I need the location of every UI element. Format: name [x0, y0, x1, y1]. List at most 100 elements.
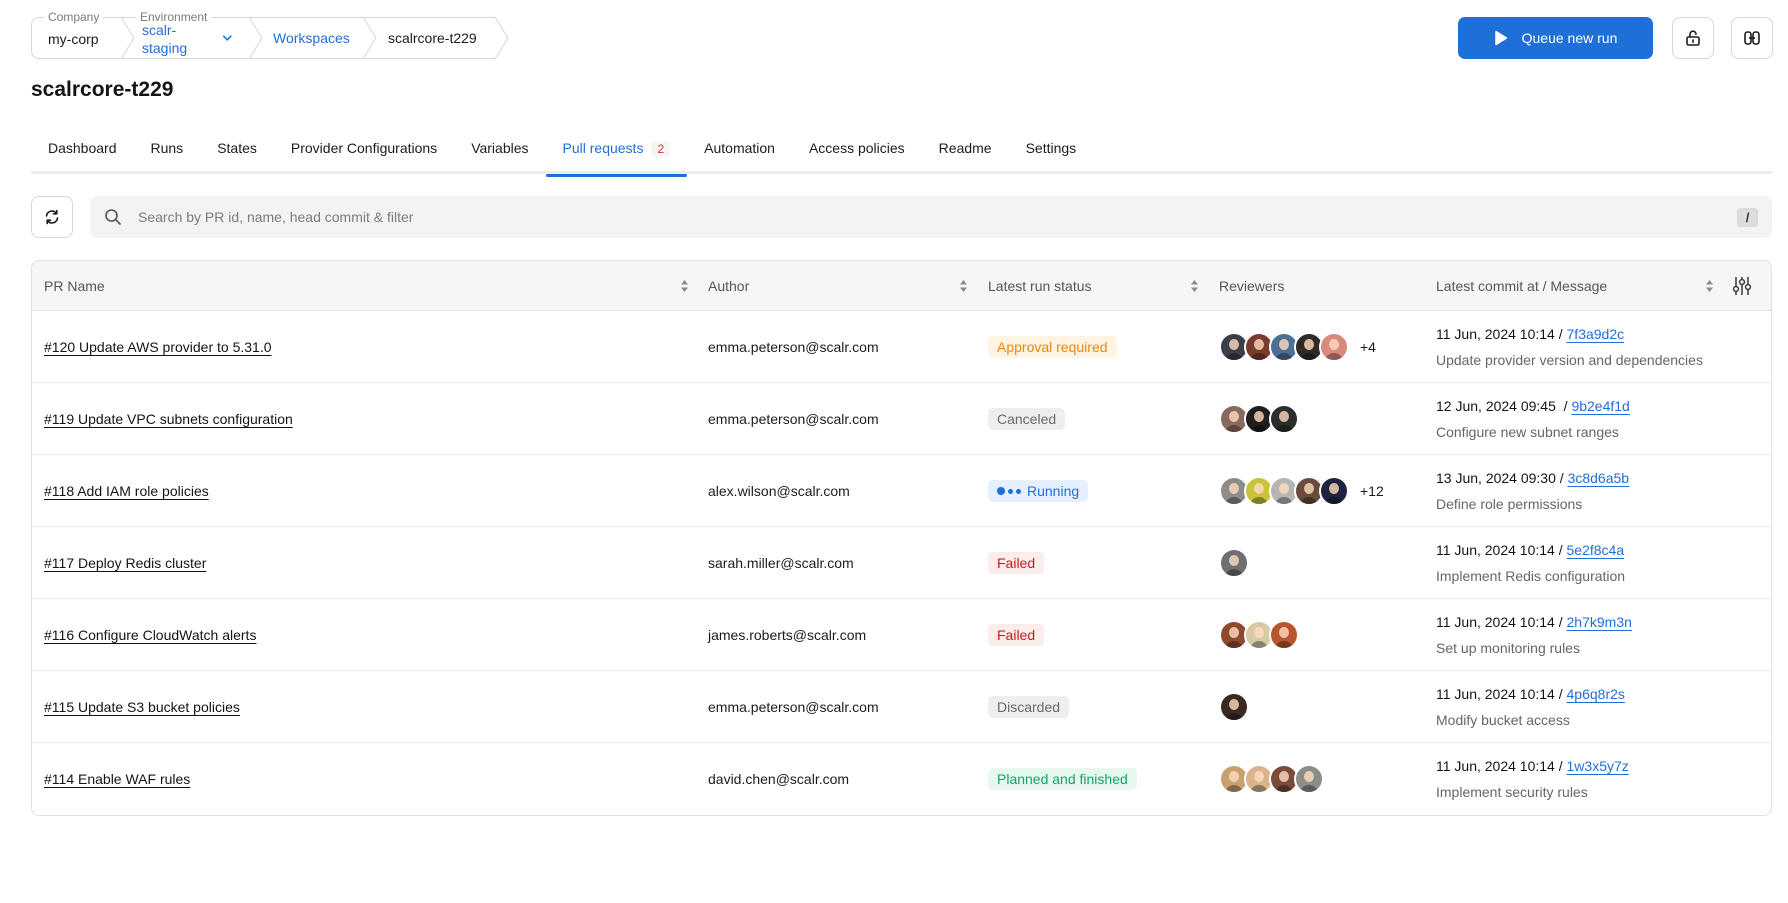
search-icon: [105, 209, 121, 225]
pr-name-link[interactable]: #118 Add IAM role policies: [44, 483, 209, 499]
reviewer-avatar[interactable]: [1219, 692, 1249, 722]
reviewer-avatar[interactable]: [1319, 476, 1349, 506]
breadcrumb-company[interactable]: Company my-corp: [31, 10, 135, 60]
tab-label: Variables: [471, 140, 529, 156]
pr-name-link[interactable]: #114 Enable WAF rules: [44, 771, 190, 787]
table-row[interactable]: #115 Update S3 bucket policies emma.pete…: [32, 671, 1771, 743]
chevron-down-icon[interactable]: [222, 32, 233, 44]
reviewer-avatar[interactable]: [1319, 332, 1349, 362]
commit-message: Configure new subnet ranges: [1436, 424, 1619, 440]
commit-date: 11 Jun, 2024 10:14: [1436, 326, 1555, 342]
breadcrumb-environment-label: Environment: [136, 10, 212, 24]
breadcrumb: Company my-corp Environment scalr-stagin…: [31, 10, 509, 60]
status-badge: Failed: [988, 552, 1045, 574]
commit-line: 11 Jun, 2024 10:14 / 2h7k9m3n: [1436, 614, 1632, 630]
column-header-label: Author: [708, 278, 750, 294]
commit-date: 11 Jun, 2024 10:14: [1436, 758, 1555, 774]
breadcrumb-workspaces-link[interactable]: Workspaces: [273, 29, 350, 47]
table-row[interactable]: #119 Update VPC subnets configuration em…: [32, 383, 1771, 455]
sort-icon[interactable]: [959, 279, 968, 293]
commit-sha-link[interactable]: 2h7k9m3n: [1567, 614, 1632, 630]
breadcrumb-end: [494, 16, 509, 60]
pull-requests-table: PR Name Author Latest run status Reviewe…: [31, 260, 1772, 816]
commit-sha-link[interactable]: 1w3x5y7z: [1567, 758, 1629, 774]
pr-name-link[interactable]: #117 Deploy Redis cluster: [44, 555, 206, 571]
sort-icon[interactable]: [680, 279, 689, 293]
commit-sha-link[interactable]: 7f3a9d2c: [1567, 326, 1625, 342]
commit-sha-link[interactable]: 4p6q8r2s: [1567, 686, 1625, 702]
commit-message: Define role permissions: [1436, 496, 1583, 512]
status-label: Canceled: [997, 411, 1057, 427]
tab-settings[interactable]: Settings: [1009, 128, 1094, 174]
column-header-commit[interactable]: Latest commit at / Message: [1436, 261, 1607, 311]
status-badge: Failed: [988, 624, 1045, 646]
tab-pull-requests[interactable]: Pull requests 2: [545, 128, 688, 177]
column-header-author[interactable]: Author: [708, 261, 749, 311]
sort-icon[interactable]: [1190, 279, 1199, 293]
pr-name-link[interactable]: #116 Configure CloudWatch alerts: [44, 627, 256, 643]
breadcrumb-current-value: scalrcore-t229: [388, 30, 477, 46]
refresh-button[interactable]: [31, 196, 73, 238]
tab-runs[interactable]: Runs: [134, 128, 201, 174]
status-label: Failed: [997, 555, 1036, 571]
tab-states[interactable]: States: [200, 128, 274, 174]
column-header-status[interactable]: Latest run status: [988, 261, 1092, 311]
status-label: Failed: [997, 627, 1036, 643]
sort-icon[interactable]: [1705, 279, 1714, 293]
column-header-label: PR Name: [44, 278, 105, 294]
tab-provider-configurations[interactable]: Provider Configurations: [274, 128, 454, 174]
pr-author: david.chen@scalr.com: [708, 771, 850, 787]
commit-line: 11 Jun, 2024 10:14 / 4p6q8r2s: [1436, 686, 1625, 702]
breadcrumb-separator: [362, 16, 377, 60]
pull-requests-count-badge: 2: [651, 141, 671, 157]
column-header-label: Latest run status: [988, 278, 1092, 294]
link-icon: [1744, 31, 1760, 45]
pr-name-link[interactable]: #115 Update S3 bucket policies: [44, 699, 240, 715]
commit-line: 11 Jun, 2024 10:14 / 1w3x5y7z: [1436, 758, 1629, 774]
tab-readme[interactable]: Readme: [922, 128, 1009, 174]
table-row[interactable]: #117 Deploy Redis cluster sarah.miller@s…: [32, 527, 1771, 599]
commit-sha-link[interactable]: 9b2e4f1d: [1571, 398, 1629, 414]
commit-date: 11 Jun, 2024 10:14: [1436, 686, 1555, 702]
search-bar[interactable]: /: [90, 196, 1772, 238]
reviewer-avatar[interactable]: [1269, 620, 1299, 650]
commit-separator: /: [1559, 398, 1572, 414]
tab-label: Readme: [938, 140, 992, 156]
tab-access-policies[interactable]: Access policies: [792, 128, 922, 174]
lock-button[interactable]: [1672, 17, 1714, 59]
commit-line: 11 Jun, 2024 10:14 / 5e2f8c4a: [1436, 542, 1624, 558]
status-label: Approval required: [997, 339, 1108, 355]
commit-separator: /: [1555, 470, 1568, 486]
table-row[interactable]: #114 Enable WAF rules david.chen@scalr.c…: [32, 743, 1771, 815]
table-row[interactable]: #120 Update AWS provider to 5.31.0 emma.…: [32, 311, 1771, 383]
pr-name-link[interactable]: #119 Update VPC subnets configuration: [44, 411, 293, 427]
breadcrumb-current: scalrcore-t229: [363, 16, 509, 60]
link-button[interactable]: [1731, 17, 1773, 59]
breadcrumb-workspaces[interactable]: Workspaces: [249, 16, 377, 60]
queue-new-run-button[interactable]: Queue new run: [1458, 17, 1653, 59]
reviewers-more-count[interactable]: +4: [1360, 339, 1376, 355]
sliders-icon[interactable]: [1732, 275, 1752, 297]
reviewer-avatar[interactable]: [1269, 404, 1299, 434]
pr-name-link[interactable]: #120 Update AWS provider to 5.31.0: [44, 339, 272, 355]
commit-sha-link[interactable]: 3c8d6a5b: [1568, 470, 1630, 486]
search-input[interactable]: [138, 209, 1737, 225]
column-header-pr-name[interactable]: PR Name: [44, 261, 105, 311]
reviewers-more-count[interactable]: +12: [1360, 483, 1384, 499]
reviewers-avatars: [1219, 476, 1349, 506]
table-row[interactable]: #116 Configure CloudWatch alerts james.r…: [32, 599, 1771, 671]
workspace-tabs: Dashboard Runs States Provider Configura…: [31, 128, 1772, 177]
tab-automation[interactable]: Automation: [687, 128, 792, 174]
breadcrumb-environment[interactable]: Environment scalr-staging: [121, 10, 263, 60]
commit-message: Implement security rules: [1436, 784, 1588, 800]
reviewer-avatar[interactable]: [1294, 764, 1324, 794]
commit-sha-link[interactable]: 5e2f8c4a: [1567, 542, 1625, 558]
tab-dashboard[interactable]: Dashboard: [31, 128, 134, 174]
table-row[interactable]: #118 Add IAM role policies alex.wilson@s…: [32, 455, 1771, 527]
status-label: Planned and finished: [997, 771, 1128, 787]
queue-new-run-label: Queue new run: [1521, 30, 1618, 46]
running-indicator-icon: [997, 487, 1021, 495]
reviewer-avatar[interactable]: [1219, 548, 1249, 578]
tab-variables[interactable]: Variables: [454, 128, 545, 174]
status-badge: Running: [988, 480, 1089, 502]
